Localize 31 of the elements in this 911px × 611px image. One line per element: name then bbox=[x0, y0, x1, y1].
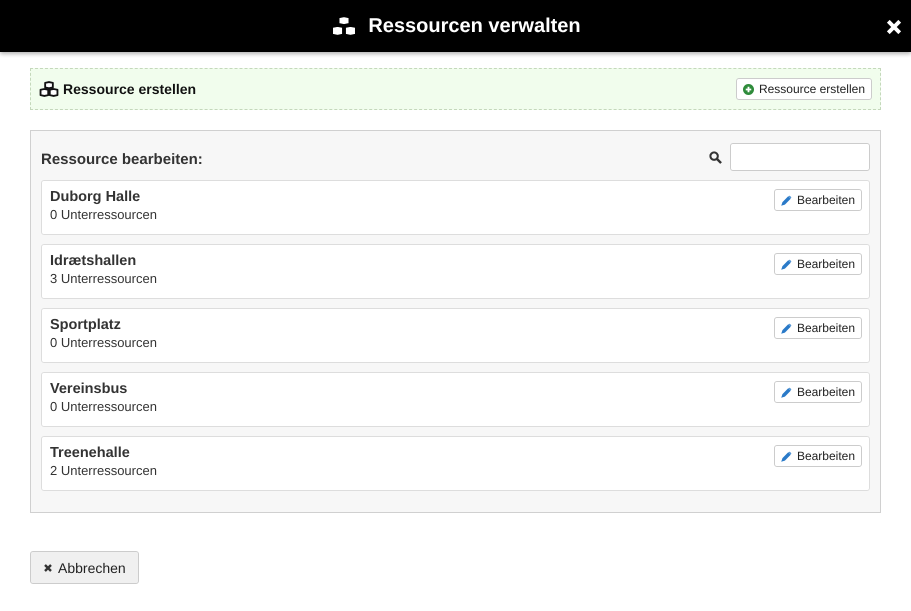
pencil-icon bbox=[780, 450, 792, 462]
cancel-button[interactable]: Abbrechen bbox=[30, 551, 139, 584]
create-button[interactable]: Ressource erstellen bbox=[736, 78, 872, 100]
pencil-icon bbox=[780, 322, 792, 334]
cubes-icon bbox=[39, 81, 59, 97]
pencil-icon bbox=[780, 386, 792, 398]
edit-button[interactable]: Bearbeiten bbox=[774, 253, 862, 275]
subresource-count: 3 Unterressourcen bbox=[50, 271, 157, 286]
subresource-count: 0 Unterressourcen bbox=[50, 207, 157, 222]
subresource-count: 0 Unterressourcen bbox=[50, 399, 157, 414]
subresource-count: 2 Unterressourcen bbox=[50, 463, 157, 478]
subresource-count: 0 Unterressourcen bbox=[50, 335, 157, 350]
window-title: Ressourcen verwalten bbox=[368, 14, 581, 38]
section-title: Ressource bearbeiten: bbox=[41, 150, 203, 168]
resource-name: Treenehalle bbox=[50, 445, 131, 461]
pencil-icon bbox=[780, 258, 792, 270]
resource-name: Vereinsbus bbox=[50, 381, 128, 397]
resource-name: Duborg Halle bbox=[50, 189, 142, 205]
resource-name: Idrætshallen bbox=[50, 253, 138, 269]
search-icon bbox=[709, 150, 722, 164]
edit-button[interactable]: Bearbeiten bbox=[774, 381, 862, 403]
edit-button[interactable]: Bearbeiten bbox=[774, 317, 862, 339]
edit-button[interactable]: Bearbeiten bbox=[774, 445, 862, 467]
close-icon[interactable] bbox=[886, 19, 902, 35]
section-title: Ressource erstellen bbox=[63, 81, 196, 97]
resource-name: Sportplatz bbox=[50, 317, 122, 333]
search-field[interactable] bbox=[730, 143, 870, 171]
edit-button[interactable]: Bearbeiten bbox=[774, 189, 862, 211]
pencil-icon bbox=[780, 194, 792, 206]
plus-circle-icon bbox=[742, 84, 754, 94]
close-icon bbox=[43, 562, 53, 572]
